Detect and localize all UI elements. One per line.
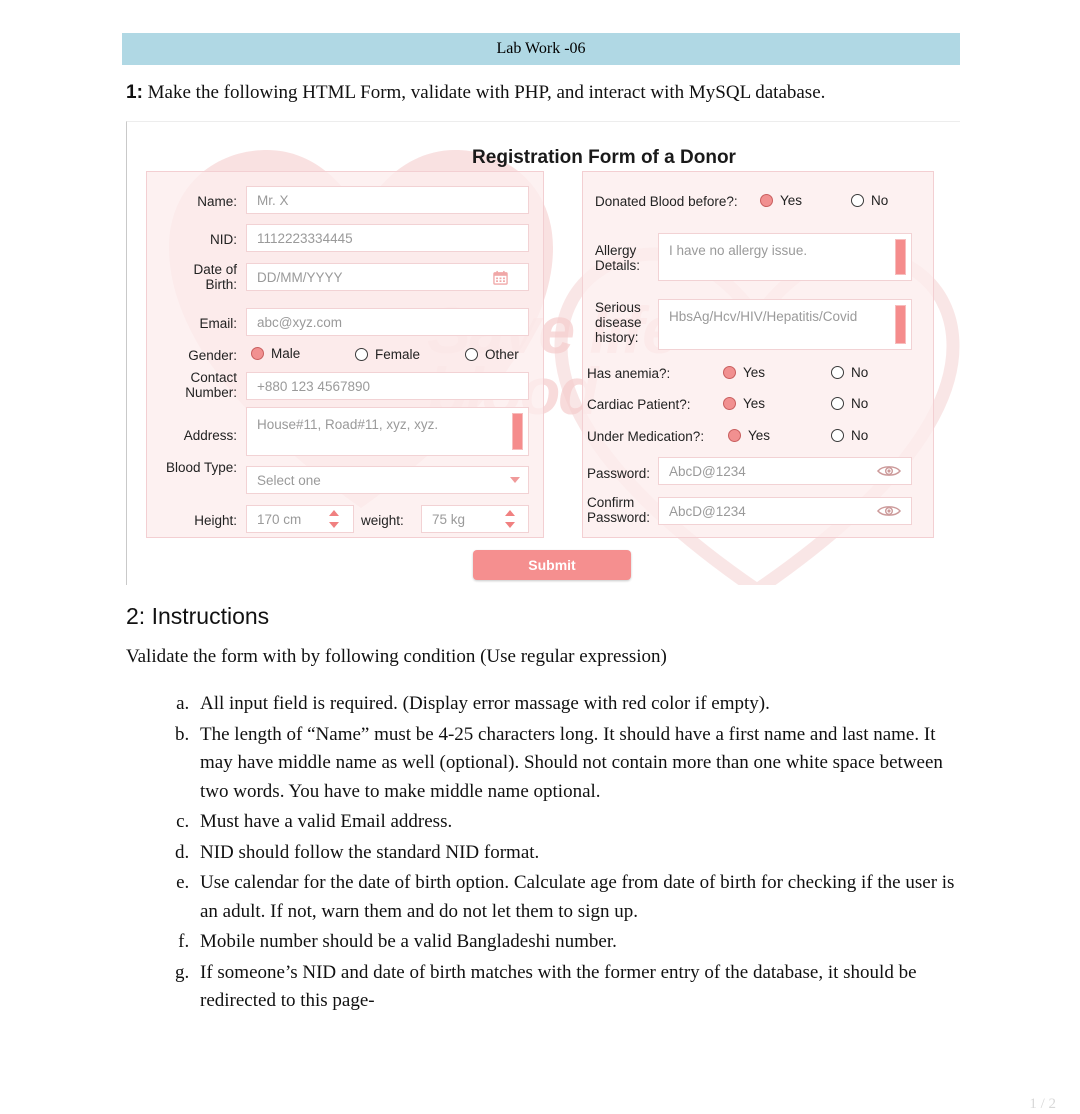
form-heading: Registration Form of a Donor [472,147,736,168]
cardiac-option-label: No [851,396,869,411]
radio-dot [355,348,368,361]
medication-option-label: No [851,428,869,443]
cardiac-option-no[interactable]: No [831,396,868,411]
confirm-password-input[interactable]: AbcD@1234 [658,497,912,525]
list-item: If someone’s NID and date of birth match… [194,959,966,1016]
resize-grip-icon[interactable] [895,305,906,344]
anemia-option-yes[interactable]: Yes [723,365,765,380]
weight-stepper[interactable] [505,510,516,528]
task-number: 1: [126,82,143,103]
radio-dot [723,397,736,410]
page-title: Lab Work -06 [496,40,586,57]
address-textarea[interactable]: House#11, Road#11, xyz, xyz. [246,407,529,456]
donated-option-label: Yes [780,193,803,208]
donated-option-label: No [871,193,889,208]
height-label: Height: [194,513,237,528]
radio-dot [251,347,264,360]
nid-label: NID: [210,232,237,247]
eye-icon[interactable] [877,504,901,518]
gender-option-label: Male [271,346,301,361]
list-item: Mobile number should be a valid Banglade… [194,928,966,957]
donated-blood-option-yes[interactable]: Yes [760,193,802,208]
dob-input[interactable]: DD/MM/YYYY [246,263,529,291]
donated-blood-option-no[interactable]: No [851,193,888,208]
task-1-line: 1: Make the following HTML Form, validat… [126,82,1006,104]
anemia-option-no[interactable]: No [831,365,868,380]
instructions-heading: 2: Instructions [126,603,270,629]
anemia-label: Has anemia?: [587,366,671,381]
registration-form-screenshot: Save life blood Registration Form of a D… [126,121,960,585]
list-item: Use calendar for the date of birth optio… [194,869,966,926]
disease-history-textarea[interactable]: HbsAg/Hcv/HIV/Hepatitis/Covid [658,299,912,350]
address-placeholder: House#11, Road#11, xyz, xyz. [257,417,439,432]
name-input[interactable]: Mr. X [246,186,529,214]
allergy-label: Allergy Details: [595,243,641,273]
radio-dot [723,366,736,379]
list-item: Must have a valid Email address. [194,808,966,837]
list-item: The length of “Name” must be 4-25 charac… [194,721,966,807]
cardiac-option-label: Yes [743,396,766,411]
password-input[interactable]: AbcD@1234 [658,457,912,485]
blood-type-select[interactable]: Select one [246,466,529,494]
disease-placeholder: HbsAg/Hcv/HIV/Hepatitis/Covid [669,309,858,324]
donated-blood-label: Donated Blood before?: [595,194,738,209]
resize-grip-icon[interactable] [512,413,523,450]
allergy-placeholder: I have no allergy issue. [669,243,808,258]
dob-label: Date of Birth: [193,262,237,292]
submit-button[interactable]: Submit [473,550,631,580]
cardiac-option-yes[interactable]: Yes [723,396,765,411]
gender-option-female[interactable]: Female [355,347,420,362]
lab-title-banner: Lab Work -06 [122,33,960,65]
anemia-option-label: No [851,365,869,380]
list-item: All input field is required. (Display er… [194,690,966,719]
instructions-list: All input field is required. (Display er… [156,690,966,1018]
medication-option-no[interactable]: No [831,428,868,443]
radio-dot [831,429,844,442]
address-label: Address: [183,428,237,443]
height-stepper[interactable] [329,510,340,528]
contact-label: Contact Number: [185,370,237,400]
calendar-icon[interactable] [493,270,508,285]
radio-dot [465,348,478,361]
gender-option-male[interactable]: Male [251,346,300,361]
email-label: Email: [199,316,237,331]
gender-option-label: Female [375,347,421,362]
eye-icon[interactable] [877,464,901,478]
contact-number-input[interactable]: +880 123 4567890 [246,372,529,400]
nid-input[interactable]: 1112223334445 [246,224,529,252]
medication-label: Under Medication?: [587,429,705,444]
email-input[interactable]: abc@xyz.com [246,308,529,336]
weight-label: weight: [361,513,404,528]
allergy-textarea[interactable]: I have no allergy issue. [658,233,912,281]
gender-option-other[interactable]: Other [465,347,519,362]
medication-option-yes[interactable]: Yes [728,428,770,443]
list-item: NID should follow the standard NID forma… [194,839,966,868]
page-number: 1 / 2 [1029,1096,1056,1112]
disease-history-label: Serious disease history: [595,300,642,345]
chevron-down-icon[interactable] [510,477,520,483]
radio-dot [851,194,864,207]
task-description: Make the following HTML Form, validate w… [147,82,826,103]
medication-option-label: Yes [748,428,771,443]
name-label: Name: [197,194,237,209]
radio-dot [760,194,773,207]
blood-type-label: Blood Type: [165,460,237,475]
instructions-lead: Validate the form with by following cond… [126,646,667,667]
gender-label: Gender: [188,348,237,363]
radio-dot [831,366,844,379]
radio-dot [728,429,741,442]
cardiac-label: Cardiac Patient?: [587,397,691,412]
gender-option-label: Other [485,347,519,362]
resize-grip-icon[interactable] [895,239,906,275]
anemia-option-label: Yes [743,365,766,380]
radio-dot [831,397,844,410]
